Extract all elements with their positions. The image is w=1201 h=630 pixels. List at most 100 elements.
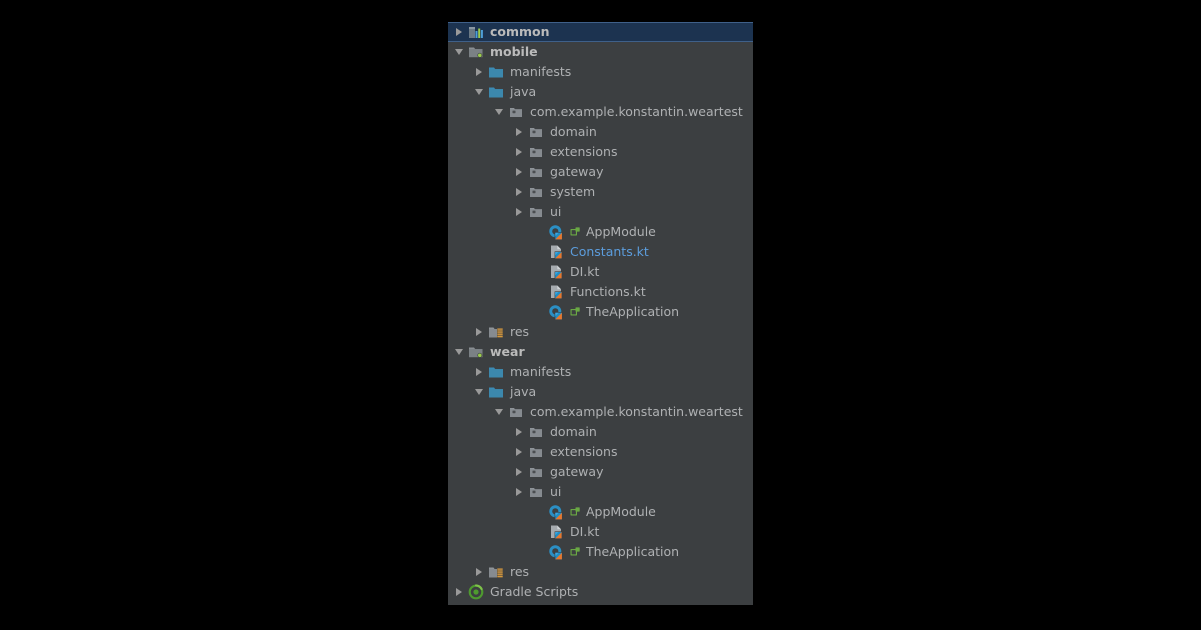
tree-row[interactable]: extensions [448,142,753,162]
tree-row[interactable]: manifests [448,362,753,382]
chevron-down-icon[interactable] [472,382,488,402]
res-folder-icon [488,324,506,340]
tree-row[interactable]: manifests [448,62,753,82]
tree-arrow-placeholder [532,222,548,242]
kotlin-class-icon [548,304,566,320]
chevron-right-icon[interactable] [512,482,528,502]
tree-arrow-placeholder [532,262,548,282]
package-icon [508,104,526,120]
chevron-right-icon[interactable] [512,162,528,182]
tree-row-label: AppModule [586,504,656,519]
tree-row-label: TheApplication [586,544,680,559]
kotlin-class-icon [548,504,566,520]
tree-row[interactable]: system [448,182,753,202]
tree-row-label: wear [490,344,525,359]
tree-row-label: java [510,84,537,99]
tree-row[interactable]: res [448,562,753,582]
kotlin-file-icon [548,284,566,300]
tree-row-label: DI.kt [570,524,600,539]
chevron-right-icon[interactable] [472,362,488,382]
chevron-right-icon[interactable] [472,322,488,342]
package-icon [528,164,546,180]
tree-row[interactable]: extensions [448,442,753,462]
chevron-down-icon[interactable] [472,82,488,102]
tree-row[interactable]: domain [448,122,753,142]
tree-arrow-placeholder [532,542,548,562]
tree-row-label: DI.kt [570,264,600,279]
tree-arrow-placeholder [532,302,548,322]
chevron-down-icon[interactable] [452,342,468,362]
chevron-right-icon[interactable] [472,62,488,82]
tree-row-label: res [510,564,530,579]
tree-row-label: manifests [510,64,572,79]
tree-row[interactable]: Constants.kt [448,242,753,262]
chevron-right-icon[interactable] [512,202,528,222]
tree-arrow-placeholder [532,522,548,542]
tree-row-label: system [550,184,596,199]
kotlin-file-icon [548,524,566,540]
tree-row[interactable]: gateway [448,162,753,182]
tree-row-label: gateway [550,464,604,479]
tree-arrow-placeholder [532,282,548,302]
package-icon [528,444,546,460]
chevron-down-icon[interactable] [492,402,508,422]
package-icon [528,484,546,500]
chevron-right-icon[interactable] [452,22,468,42]
gradle-icon [468,584,486,600]
tree-row[interactable]: Gradle Scripts [448,582,753,602]
chevron-right-icon[interactable] [512,122,528,142]
tree-row-label: manifests [510,364,572,379]
tree-row[interactable]: common [448,22,753,42]
chevron-right-icon[interactable] [512,442,528,462]
tree-row[interactable]: gateway [448,462,753,482]
tree-arrow-placeholder [532,502,548,522]
chevron-right-icon[interactable] [512,142,528,162]
class-badge-icon [569,304,583,320]
kotlin-file-icon [548,244,566,260]
chevron-down-icon[interactable] [492,102,508,122]
chevron-down-icon[interactable] [452,42,468,62]
tree-row-label: Functions.kt [570,284,646,299]
package-icon [508,404,526,420]
tree-row-label: Constants.kt [570,244,649,259]
tree-row-label: ui [550,204,562,219]
tree-row-label: TheApplication [586,304,680,319]
folder-blue-icon [488,84,506,100]
module-android-icon [468,344,486,360]
chevron-right-icon[interactable] [512,422,528,442]
kotlin-file-icon [548,264,566,280]
folder-blue-icon [488,384,506,400]
tree-row[interactable]: TheApplication [448,302,753,322]
class-badge-icon [569,544,583,560]
tree-row[interactable]: wear [448,342,753,362]
tree-row[interactable]: DI.kt [448,262,753,282]
tree-row[interactable]: java [448,382,753,402]
chevron-right-icon[interactable] [512,182,528,202]
tree-row[interactable]: DI.kt [448,522,753,542]
tree-row[interactable]: AppModule [448,502,753,522]
chevron-right-icon[interactable] [472,562,488,582]
tree-row[interactable]: mobile [448,42,753,62]
package-icon [528,424,546,440]
tree-row-label: gateway [550,164,604,179]
tree-row[interactable]: AppModule [448,222,753,242]
package-icon [528,124,546,140]
tree-row[interactable]: java [448,82,753,102]
tree-row[interactable]: Functions.kt [448,282,753,302]
tree-row[interactable]: com.example.konstantin.weartest [448,102,753,122]
tree-row[interactable]: com.example.konstantin.weartest [448,402,753,422]
tree-row-label: domain [550,124,597,139]
tree-row[interactable]: ui [448,482,753,502]
tree-row[interactable]: domain [448,422,753,442]
class-badge-icon [569,224,583,240]
module-android-icon [468,44,486,60]
project-tree-panel[interactable]: common mobile manifests java com.example… [448,22,753,605]
tree-row[interactable]: res [448,322,753,342]
folder-blue-icon [488,64,506,80]
tree-row[interactable]: ui [448,202,753,222]
chevron-right-icon[interactable] [512,462,528,482]
chevron-right-icon[interactable] [452,582,468,602]
tree-row-label: common [490,24,550,39]
tree-row[interactable]: TheApplication [448,542,753,562]
tree-row-label: ui [550,484,562,499]
